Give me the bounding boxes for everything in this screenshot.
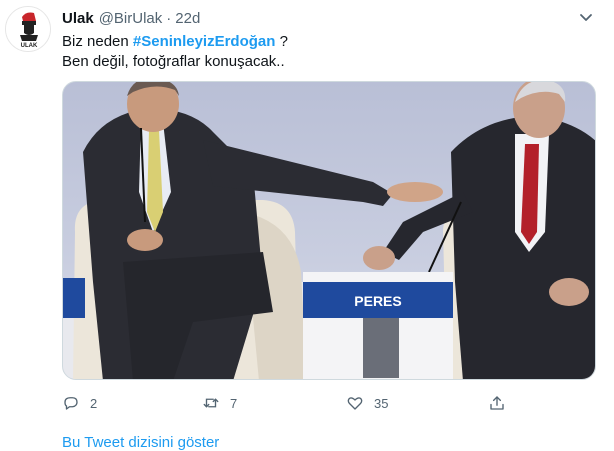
avatar-text: ULAK [21, 43, 38, 49]
tweet-text: Biz neden #SeninleyizErdoğan ? Ben değil… [62, 32, 592, 72]
tweet-text-line-2: Ben değil, fotoğraflar konuşacak.. [62, 53, 285, 70]
hashtag-link[interactable]: #SeninleyizErdoğan [133, 33, 276, 50]
tweet-photo[interactable]: PERES [62, 81, 596, 380]
tweet-header: Ulak @BirUlak · 22d [62, 8, 200, 28]
tweet-text-suffix: ? [275, 33, 288, 50]
show-thread-link[interactable]: Bu Tweet dizisini göster [62, 434, 219, 451]
display-name[interactable]: Ulak [62, 10, 94, 27]
chevron-down-icon [580, 14, 592, 21]
retweet-button[interactable]: 7 [202, 392, 237, 414]
nameplate-text: PERES [354, 293, 401, 309]
like-button[interactable]: 35 [346, 392, 388, 414]
user-handle[interactable]: @BirUlak [99, 10, 163, 27]
tweet[interactable]: ULAK Ulak @BirUlak · 22d Biz neden #Seni… [0, 0, 614, 451]
retweet-count: 7 [230, 395, 238, 411]
reply-button[interactable]: 2 [62, 392, 97, 414]
reply-icon [64, 397, 78, 410]
tweet-text-line-1: Biz neden #SeninleyizErdoğan ? [62, 32, 592, 52]
share-button[interactable] [488, 392, 516, 414]
tweet-actions: 2 7 35 [62, 392, 522, 414]
tweet-timestamp[interactable]: 22d [175, 10, 200, 27]
avatar[interactable]: ULAK [5, 6, 51, 52]
photo-scene: PERES [63, 82, 595, 379]
heart-icon [347, 397, 363, 410]
share-icon [490, 396, 504, 410]
separator-dot: · [166, 9, 172, 27]
more-options-button[interactable] [576, 10, 596, 26]
retweet-icon [203, 398, 219, 408]
reply-count: 2 [90, 395, 98, 411]
ulak-logo: ULAK [6, 7, 50, 51]
like-count: 35 [374, 395, 389, 411]
tweet-text-prefix: Biz neden [62, 33, 133, 50]
